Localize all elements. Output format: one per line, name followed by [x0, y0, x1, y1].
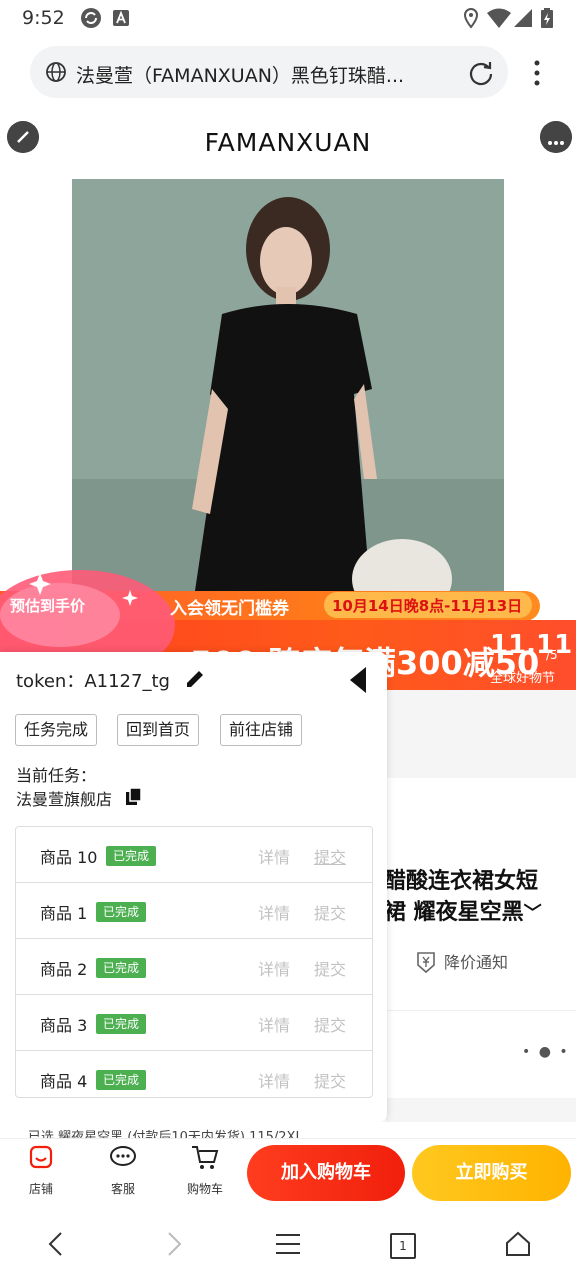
edit-pencil-icon[interactable] — [183, 667, 207, 691]
tabs-button[interactable]: 1 — [390, 1233, 416, 1259]
detail-link[interactable]: 详情 — [258, 1012, 290, 1036]
wifi-icon — [487, 8, 511, 28]
submit-link[interactable]: 提交 — [314, 844, 346, 868]
store-icon[interactable] — [28, 1144, 54, 1170]
task-complete-button[interactable]: 任务完成 — [15, 714, 98, 746]
sync-icon — [81, 8, 101, 28]
task-row: 商品 4 已完成 详情 提交 — [16, 1051, 372, 1097]
more-circle-icon[interactable] — [540, 121, 572, 153]
task-list: 商品 10 已完成 详情 提交 商品 1 已完成 详情 提交 商品 2 已完成 … — [15, 826, 373, 1098]
customer-service-label[interactable]: 客服 — [93, 1180, 153, 1197]
signal-icon — [514, 9, 532, 27]
product-title-line-2: 裙 耀夜星空黑﹀ — [384, 900, 542, 925]
more-menu-icon[interactable] — [530, 58, 544, 88]
cart-icon[interactable] — [190, 1143, 220, 1171]
home-icon[interactable] — [504, 1230, 532, 1258]
current-task-label: 当前任务： — [16, 766, 97, 785]
completed-badge: 已完成 — [96, 1070, 147, 1090]
task-item-name: 商品 3 — [40, 1016, 88, 1035]
task-row: 商品 2 已完成 详情 提交 — [16, 939, 372, 995]
completed-badge: 已完成 — [96, 958, 147, 978]
image-slide-counter: /5 — [546, 648, 558, 662]
cart-label[interactable]: 购物车 — [175, 1180, 235, 1197]
task-row: 商品 10 已完成 详情 提交 — [16, 827, 372, 883]
price-card — [386, 690, 576, 778]
brand-logo: FAMANXUAN — [204, 128, 372, 157]
completed-badge: 已完成 — [96, 902, 147, 922]
double-eleven-logo: 11.11 — [490, 630, 573, 660]
divider-gap — [386, 1098, 576, 1122]
detail-link[interactable]: 详情 — [258, 1068, 290, 1092]
store-label[interactable]: 店铺 — [11, 1180, 71, 1197]
location-icon — [463, 7, 479, 29]
task-item-name: 商品 4 — [40, 1072, 88, 1091]
submit-link[interactable]: 提交 — [314, 900, 346, 924]
price-tag-icon — [417, 952, 435, 974]
buy-now-button[interactable]: 立即购买 — [412, 1145, 571, 1201]
forward-arrow-icon[interactable] — [162, 1230, 186, 1258]
submit-link[interactable]: 提交 — [314, 956, 346, 980]
collapse-panel-icon[interactable] — [350, 667, 366, 693]
go-to-store-button[interactable]: 前往店铺 — [220, 714, 303, 746]
completed-badge: 已完成 — [106, 846, 157, 866]
selected-spec-text[interactable]: 已选 耀夜星空黑 (付款后10天内发货) 115/2XL — [28, 1126, 303, 1138]
detail-link[interactable]: 详情 — [258, 956, 290, 980]
status-time: 9:52 — [22, 7, 65, 29]
task-row: 商品 1 已完成 详情 提交 — [16, 883, 372, 939]
detail-link[interactable]: 详情 — [258, 900, 290, 924]
text-icon — [113, 10, 129, 26]
submit-link[interactable]: 提交 — [314, 1012, 346, 1036]
promo-estimate-label: 预估到手价 — [10, 597, 86, 615]
token-label: token：A1127_tg — [16, 671, 170, 692]
detail-link[interactable]: 详情 — [258, 844, 290, 868]
battery-icon — [541, 8, 553, 28]
current-task-value: 法曼萱旗舰店 — [16, 790, 113, 809]
back-circle-icon[interactable] — [7, 121, 39, 153]
back-arrow-icon[interactable] — [44, 1230, 68, 1258]
task-item-name: 商品 1 — [40, 904, 88, 923]
back-home-button[interactable]: 回到首页 — [117, 714, 200, 746]
double-eleven-subtitle: 全球好物节 — [490, 671, 556, 686]
menu-icon[interactable] — [275, 1232, 301, 1256]
customer-service-icon[interactable] — [109, 1144, 137, 1170]
promo-member-coupon[interactable]: 入会领无门槛券 — [170, 594, 289, 619]
completed-badge: 已完成 — [96, 1014, 147, 1034]
chevron-down-icon[interactable]: ﹀ — [524, 903, 542, 924]
pager-dots: • ● • — [522, 1044, 570, 1060]
task-row: 商品 3 已完成 详情 提交 — [16, 995, 372, 1051]
price-drop-notice[interactable]: 降价通知 — [444, 949, 508, 973]
page-title-in-address-bar[interactable]: 法曼萱（FAMANXUAN）黑色钉珠醋... — [76, 61, 448, 88]
globe-icon — [46, 62, 66, 82]
task-item-name: 商品 2 — [40, 960, 88, 979]
submit-link[interactable]: 提交 — [314, 1068, 346, 1092]
reload-icon[interactable] — [467, 59, 495, 87]
product-title-line-1: 醋酸连衣裙女短 — [384, 869, 539, 894]
promo-date-range: 10月14日晚8点-11月13日 — [332, 597, 523, 615]
copy-icon[interactable] — [124, 787, 144, 807]
add-to-cart-button[interactable]: 加入购物车 — [247, 1145, 405, 1201]
task-item-name: 商品 10 — [40, 848, 98, 867]
product-title[interactable]: 醋酸连衣裙女短 裙 耀夜星空黑﹀ — [384, 866, 542, 929]
